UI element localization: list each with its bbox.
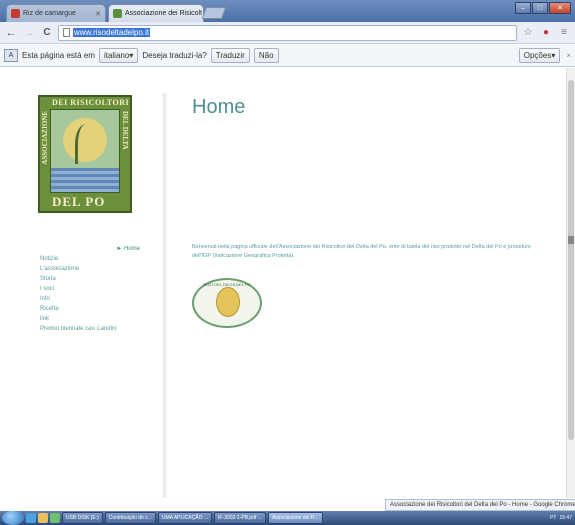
windows-taskbar: USB DISK (E:) Contribuição do c... UMA A… <box>0 511 575 525</box>
reload-button[interactable]: C <box>40 26 54 40</box>
translate-question: Deseja traduzi-la? <box>142 51 207 60</box>
no-button[interactable]: Não <box>253 48 279 63</box>
options-button[interactable]: Opções ▾ <box>518 48 561 63</box>
nav-item-info[interactable]: Info <box>40 294 140 304</box>
new-tab-button[interactable] <box>201 7 227 19</box>
web-page: DEI RISICOLTORI ASSOCIAZIONE DEL DELTA D… <box>0 68 575 498</box>
site-navigation: ► Home Notizie L'associazione Storia I s… <box>40 246 140 334</box>
tab-favicon-icon <box>113 9 122 18</box>
taskbar-button-pdf[interactable]: IF-3002-1-PB.pdf ... <box>214 512 266 524</box>
tab-label: Associazione dei Risicolt <box>125 10 203 17</box>
nav-item-soci[interactable]: I soci <box>40 284 140 294</box>
url-text[interactable]: www.risodeltadelpo.it <box>73 28 151 37</box>
browser-toolbar: ← → C www.risodeltadelpo.it ☆ ● ≡ <box>0 22 575 44</box>
taskbar-button-aplicacao[interactable]: UMA APLICAÇÃO ... <box>157 512 213 524</box>
back-button[interactable]: ← <box>4 26 18 40</box>
page-icon <box>63 28 70 37</box>
language-value: italiano <box>103 51 130 60</box>
menu-icon[interactable]: ≡ <box>557 26 571 40</box>
start-button[interactable] <box>2 511 24 525</box>
taskbar-button-contribuicao[interactable]: Contribuição do c... <box>104 512 156 524</box>
task-label: USB DISK (E:) <box>66 515 99 521</box>
tab-riz-de-camargue[interactable]: Riz de camargue ✕ <box>6 4 106 22</box>
nav-item-associazione[interactable]: L'associazione <box>40 264 140 274</box>
close-window-button[interactable]: ✕ <box>549 2 571 14</box>
window-controls: – □ ✕ <box>515 2 571 14</box>
ie-icon[interactable] <box>26 513 36 523</box>
scrollbar-marker <box>568 236 574 244</box>
task-label: Contribuição do c... <box>108 515 152 521</box>
language-indicator[interactable]: PT <box>550 515 556 521</box>
tab-favicon-icon <box>11 9 20 18</box>
taskbar-button-usb-disk[interactable]: USB DISK (E:) <box>62 512 103 524</box>
logo-text-bottom: DEL PO <box>52 194 106 209</box>
translate-icon: A <box>4 49 18 62</box>
status-tooltip: Associazione dei Risicoltori del Delta d… <box>385 499 575 511</box>
tab-associazione[interactable]: Associazione dei Risicolt ✕ <box>108 4 204 22</box>
minimize-button[interactable]: – <box>515 2 531 14</box>
nav-item-link[interactable]: link <box>40 314 140 324</box>
tab-close-icon[interactable]: ✕ <box>95 10 101 18</box>
chevron-down-icon: ▾ <box>129 51 134 60</box>
address-bar[interactable]: www.risodeltadelpo.it <box>58 24 517 41</box>
nav-item-premio[interactable]: Premio biennale cav. Landini <box>40 324 140 334</box>
logo-water-shape <box>51 168 119 192</box>
forward-button[interactable]: → <box>22 26 36 40</box>
page-title: Home <box>192 96 246 118</box>
scrollbar-thumb[interactable] <box>568 80 574 440</box>
translate-button[interactable]: Traduzir <box>210 48 250 63</box>
task-label: Associazione dei R... <box>271 515 319 521</box>
igp-seal-image: RISO DEL DELTA DEL PO <box>192 278 262 328</box>
nav-item-notizie[interactable]: Notizie <box>40 254 140 264</box>
column-divider <box>163 93 167 498</box>
scrollbar[interactable] <box>566 68 575 498</box>
chevron-down-icon: ▾ <box>551 51 556 60</box>
nav-item-storia[interactable]: Storia <box>40 274 140 284</box>
translate-message: Esta página está em <box>22 51 95 60</box>
media-player-icon[interactable] <box>50 513 60 523</box>
taskbar-button-associazione[interactable]: Associazione dei R... <box>267 512 323 524</box>
close-icon[interactable]: × <box>566 51 571 60</box>
system-tray: PT 15:47 <box>550 515 575 521</box>
logo-text-right: DEL DELTA <box>121 111 129 150</box>
task-label: IF-3002-1-PB.pdf ... <box>218 515 262 521</box>
intro-text: Benvenuti nella pagina ufficiale dell'As… <box>192 244 532 259</box>
maximize-button[interactable]: □ <box>532 2 548 14</box>
logo-emblem <box>50 109 120 193</box>
options-label: Opções <box>523 51 552 60</box>
logo-text-left: ASSOCIAZIONE <box>41 111 49 165</box>
explorer-icon[interactable] <box>38 513 48 523</box>
nav-item-home[interactable]: ► Home <box>40 246 140 252</box>
star-icon[interactable]: ☆ <box>521 26 535 40</box>
language-select[interactable]: italiano ▾ <box>98 48 139 63</box>
logo-rice-plant-shape <box>75 124 97 164</box>
clock[interactable]: 15:47 <box>559 515 572 521</box>
task-label: UMA APLICAÇÃO ... <box>161 515 209 521</box>
extension-icon[interactable]: ● <box>539 26 553 40</box>
seal-emblem-shape <box>216 287 240 317</box>
window-titlebar: Riz de camargue ✕ Associazione dei Risic… <box>0 0 575 22</box>
logo-text-top: DEI RISICOLTORI <box>52 98 130 107</box>
tab-label: Riz de camargue <box>23 10 76 17</box>
association-logo[interactable]: DEI RISICOLTORI ASSOCIAZIONE DEL DELTA D… <box>38 95 132 213</box>
nav-item-ricette[interactable]: Ricette <box>40 304 140 314</box>
translate-bar: A Esta página está em italiano ▾ Deseja … <box>0 45 575 67</box>
